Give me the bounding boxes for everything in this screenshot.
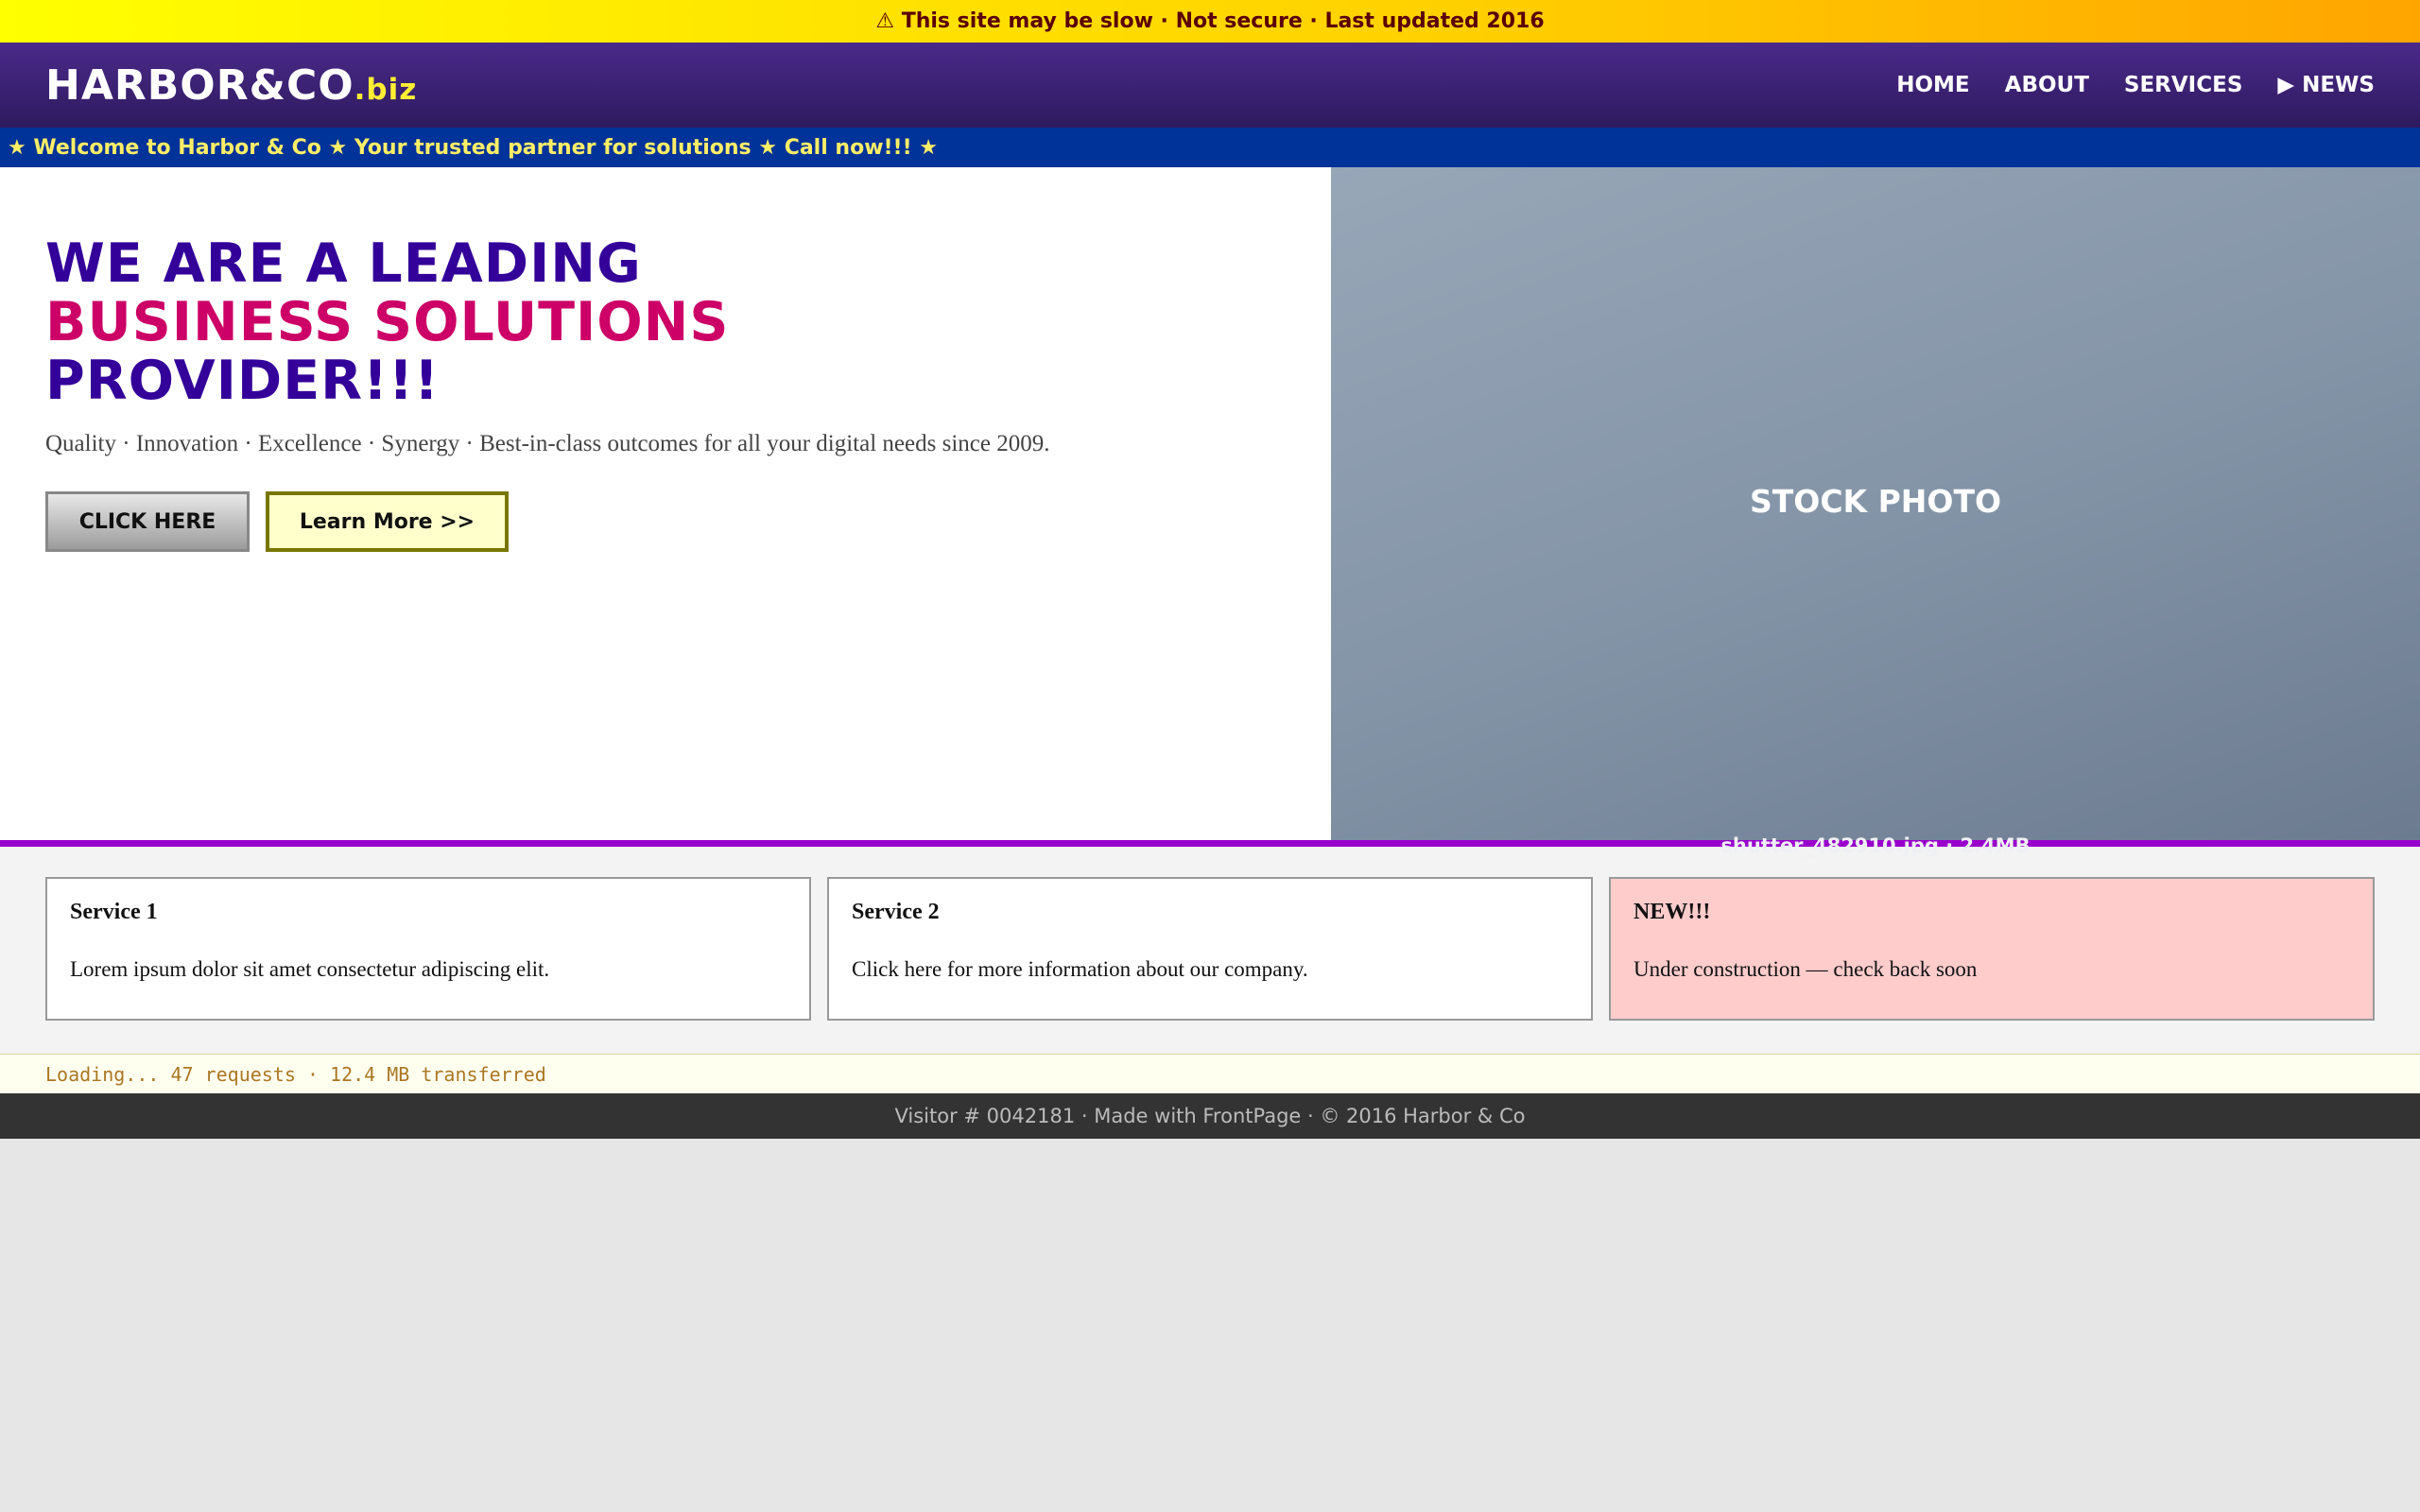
logo-tld: .biz	[354, 72, 418, 107]
nav-services[interactable]: SERVICES	[2124, 73, 2243, 97]
service-card-title: Service 2	[852, 900, 940, 924]
site-logo[interactable]: HARBOR&CO.biz	[45, 61, 417, 110]
learn-more-button[interactable]: Learn More >>	[266, 491, 509, 552]
service-card-title: NEW!!!	[1634, 900, 1711, 924]
logo-text: HARBOR&CO	[45, 60, 354, 110]
service-card-text: Click here for more information about ou…	[852, 957, 1308, 981]
service-card-title: Service 1	[70, 900, 158, 924]
warning-banner: ⚠ This site may be slow · Not secure · L…	[0, 0, 2420, 43]
click-here-button[interactable]: CLICK HERE	[45, 491, 250, 552]
warning-text: ⚠ This site may be slow · Not secure · L…	[875, 9, 1545, 33]
marquee-ticker: ★ Welcome to Harbor & Co ★ Your trusted …	[0, 128, 2420, 167]
stock-photo-filename: shutter_482910.jpg · 2.4MB	[1720, 834, 2031, 857]
hero-title: WE ARE A LEADING BUSINESS SOLUTIONS PROV…	[45, 234, 1286, 410]
stock-photo: STOCK PHOTO shutter_482910.jpg · 2.4MB	[1331, 167, 2420, 857]
hero-subtitle: Quality · Innovation · Excellence · Syne…	[45, 431, 1050, 456]
nav-home[interactable]: HOME	[1896, 73, 1969, 97]
loading-status-bar: Loading... 47 requests · 12.4 MB transfe…	[0, 1054, 2420, 1093]
hero-buttons: CLICK HERE Learn More >>	[45, 491, 1286, 552]
service-card-1[interactable]: Service 1 Lorem ipsum dolor sit amet con…	[45, 877, 811, 1021]
ticker-text: ★ Welcome to Harbor & Co ★ Your trusted …	[8, 135, 939, 160]
footer-text: Visitor # 0042181 · Made with FrontPage …	[894, 1105, 1526, 1127]
site-header: HARBOR&CO.biz HOME ABOUT SERVICES ▶ NEWS	[0, 43, 2420, 128]
hero-title-line-3: PROVIDER!!!	[45, 350, 441, 412]
service-card-text: Lorem ipsum dolor sit amet consectetur a…	[70, 957, 550, 981]
site-footer: Visitor # 0042181 · Made with FrontPage …	[0, 1093, 2420, 1139]
hero-title-line-1: WE ARE A LEADING	[45, 232, 642, 295]
loading-status-text: Loading... 47 requests · 12.4 MB transfe…	[45, 1062, 546, 1086]
services-section: Service 1 Lorem ipsum dolor sit amet con…	[0, 847, 2420, 1054]
stock-photo-label: STOCK PHOTO	[1749, 483, 2002, 520]
hero-title-line-2: BUSINESS SOLUTIONS	[45, 291, 730, 353]
service-card-2[interactable]: Service 2 Click here for more informatio…	[827, 877, 1593, 1021]
main-nav: HOME ABOUT SERVICES ▶ NEWS	[1896, 73, 2375, 97]
nav-news[interactable]: ▶ NEWS	[2277, 73, 2375, 97]
hero-content: WE ARE A LEADING BUSINESS SOLUTIONS PROV…	[0, 167, 1331, 840]
hero-section: WE ARE A LEADING BUSINESS SOLUTIONS PROV…	[0, 167, 2420, 857]
service-card-text: Under construction — check back soon	[1634, 957, 1978, 981]
new-card[interactable]: NEW!!! Under construction — check back s…	[1609, 877, 2375, 1021]
nav-about[interactable]: ABOUT	[2005, 73, 2089, 97]
